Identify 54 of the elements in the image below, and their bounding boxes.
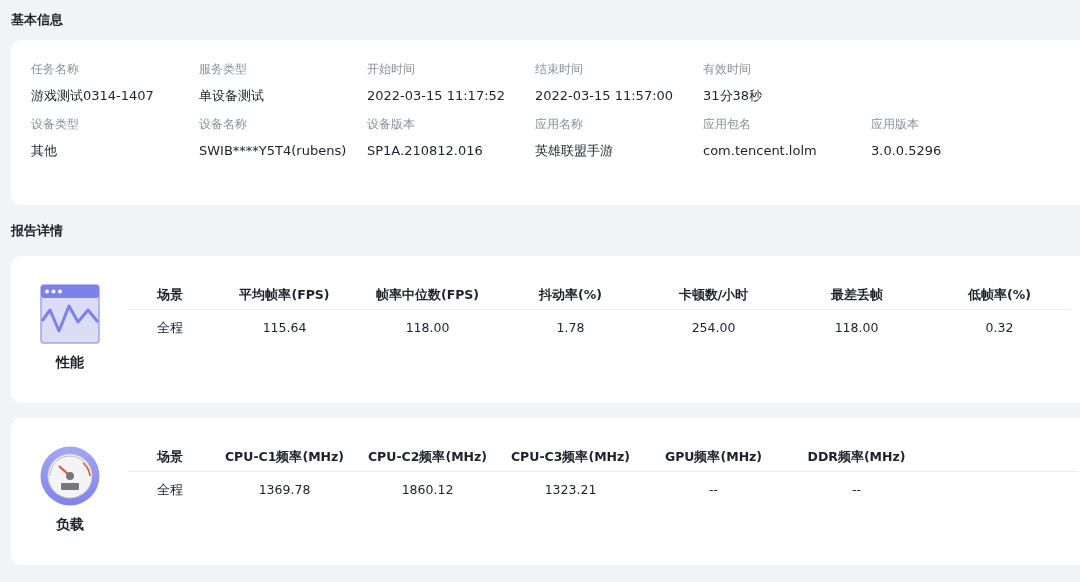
column-header: 低帧率(%) <box>928 284 1071 310</box>
field-value: com.tencent.lolm <box>703 143 818 159</box>
field-value: 其他 <box>31 143 58 159</box>
section-title: 报告详情 <box>11 221 63 240</box>
column-header: 场景 <box>128 284 213 310</box>
table-cell-text: 全程 <box>156 481 184 499</box>
table-cell-text: 0.32 <box>984 319 1015 337</box>
column-header: DDR频率(MHz) <box>785 446 928 472</box>
section-name: 负载 <box>55 516 84 534</box>
table-cell-text: 118.00 <box>833 319 880 337</box>
field-value: SP1A.210812.016 <box>367 143 484 159</box>
column-header: CPU-C1频率(MHz) <box>213 446 356 472</box>
table-cell-text: -- <box>708 481 719 499</box>
field-label: 有效时间 <box>703 62 752 76</box>
column-header: CPU-C2频率(MHz) <box>356 446 499 472</box>
table-cell-text: 115.64 <box>261 319 308 337</box>
column-header: GPU频率(MHz) <box>642 446 785 472</box>
field-label: 结束时间 <box>535 62 584 76</box>
field-value: 2022-03-15 11:17:52 <box>367 88 507 104</box>
field-label: 任务名称 <box>31 62 80 76</box>
column-header: 卡顿数/小时 <box>642 284 785 310</box>
column-header: 平均帧率(FPS) <box>213 284 356 310</box>
field-label: 服务类型 <box>199 62 248 76</box>
chart-window-icon <box>39 284 100 344</box>
field-label: 应用包名 <box>703 117 752 131</box>
column-header: CPU-C3频率(MHz) <box>499 446 642 472</box>
table-cell-text: 1369.78 <box>257 481 312 499</box>
section-title: 基本信息 <box>11 11 63 29</box>
table-cell-text: 1.78 <box>555 319 586 337</box>
gauge-icon <box>39 446 100 506</box>
field-value: 3.0.0.5296 <box>871 143 943 159</box>
field-value: SWIB****Y5T4(rubens) <box>199 143 348 159</box>
table-cell-text: -- <box>851 481 862 499</box>
field-label: 应用名称 <box>535 117 584 131</box>
table-cell-text: 254.00 <box>690 319 737 337</box>
column-header: 场景 <box>128 446 213 472</box>
column-header: 抖动率(%) <box>499 284 642 310</box>
column-header: 最差丢帧 <box>785 284 928 310</box>
table-cell-text: 118.00 <box>404 319 451 337</box>
field-label: 设备版本 <box>367 117 416 131</box>
field-label: 应用版本 <box>871 117 920 131</box>
column-header: 帧率中位数(FPS) <box>356 284 499 310</box>
field-value: 单设备测试 <box>199 88 265 104</box>
field-value: 31分38秒 <box>703 88 764 104</box>
field-value: 2022-03-15 11:57:00 <box>535 88 675 104</box>
table-cell-text: 全程 <box>156 319 184 337</box>
field-label: 设备名称 <box>199 117 248 131</box>
field-value: 游戏测试0314-1407 <box>31 88 155 104</box>
table-cell-text: 1323.21 <box>543 481 598 499</box>
table-cell-text: 1860.12 <box>400 481 455 499</box>
field-value: 英雄联盟手游 <box>535 143 614 159</box>
section-name: 性能 <box>55 354 84 372</box>
field-label: 设备类型 <box>31 117 80 131</box>
field-label: 开始时间 <box>367 62 416 76</box>
